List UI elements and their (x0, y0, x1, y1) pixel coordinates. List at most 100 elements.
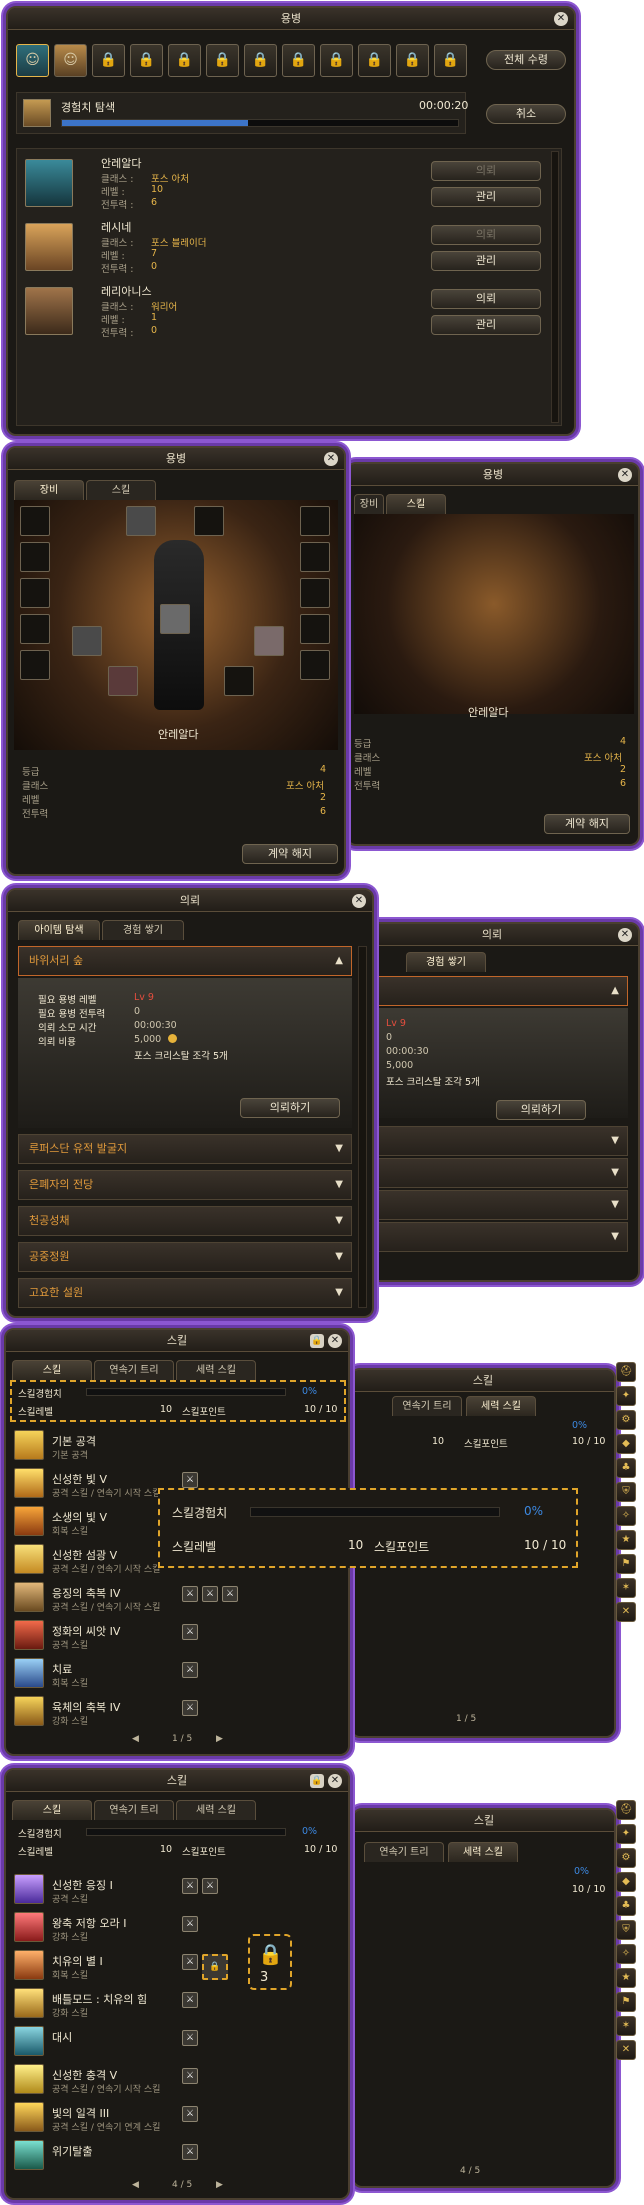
skill-modifier-icon[interactable]: ⚔ (182, 1878, 198, 1894)
lock-icon[interactable]: 🔒 (310, 1334, 324, 1348)
manage-button[interactable]: 관리 (431, 315, 541, 335)
tab-faction-skill[interactable]: 세력 스킬 (176, 1800, 256, 1820)
skill-modifier-icon[interactable]: ⚔ (182, 1472, 198, 1488)
close-icon[interactable]: ✕ (328, 1774, 342, 1788)
manage-button[interactable]: 관리 (431, 251, 541, 271)
lock-icon[interactable]: 🔒 (244, 44, 277, 77)
request-button[interactable]: 의뢰하기 (240, 1098, 340, 1118)
region-item[interactable]: ▼ (348, 1222, 628, 1252)
tab-faction-skill[interactable]: 세력 스킬 (176, 1360, 256, 1380)
star-icon[interactable]: ★ (616, 1968, 636, 1988)
tab-faction-skill[interactable]: 세력 스킬 (448, 1842, 518, 1862)
list-item[interactable]: 위기탈출 (14, 2140, 344, 2176)
tab-faction-skill[interactable]: 세력 스킬 (466, 1396, 536, 1416)
close-icon[interactable]: ✕ (324, 452, 338, 466)
receive-all-button[interactable]: 전체 수령 (486, 50, 566, 70)
helmet-icon[interactable]: ⛑ (616, 1362, 636, 1382)
equipment-slot[interactable] (300, 650, 330, 680)
tab-skill[interactable]: 스킬 (12, 1360, 92, 1380)
skill-modifier-icon[interactable]: ⚔ (182, 1954, 198, 1970)
region-item[interactable]: ▼ (348, 1158, 628, 1188)
equipment-slot[interactable] (108, 666, 138, 696)
cancel-button[interactable]: 취소 (486, 104, 566, 124)
region-item[interactable]: ▼ (348, 1126, 628, 1156)
equipment-slot[interactable] (20, 506, 50, 536)
skill-modifier-icon[interactable]: ⚔ (182, 2068, 198, 2084)
equipment-slot[interactable] (72, 626, 102, 656)
equipment-slot[interactable] (20, 650, 50, 680)
lock-icon[interactable]: 🔒 (282, 44, 315, 77)
tab-equipment[interactable]: 장비 (354, 494, 384, 514)
skill-modifier-icon[interactable]: ⚔ (182, 1624, 198, 1640)
helmet-icon[interactable]: ⛑ (616, 1800, 636, 1820)
list-item[interactable]: 치유의 별 I 회복 스킬 (14, 1950, 344, 1986)
mercenary-slot-2[interactable]: ☺ (54, 44, 87, 77)
tab-skill[interactable]: 스킬 (86, 480, 156, 500)
skill-modifier-icon[interactable]: ⚔ (222, 1586, 238, 1602)
spark-icon[interactable]: ✶ (616, 2016, 636, 2036)
skill-modifier-icon[interactable]: ⚔ (202, 1878, 218, 1894)
list-item[interactable]: 기본 공격 기본 공격 (14, 1430, 344, 1466)
tab-equipment[interactable]: 장비 (14, 480, 84, 500)
next-page-arrow[interactable]: ▶ (216, 2180, 223, 2190)
tab-exp[interactable]: 경험 쌓기 (406, 952, 486, 972)
diamond-icon[interactable]: ◆ (616, 1434, 636, 1454)
list-item[interactable]: 치료 회복 스킬 (14, 1658, 344, 1694)
prev-page-arrow[interactable]: ◀ (132, 2180, 139, 2190)
equipment-slot[interactable] (160, 604, 190, 634)
skill-modifier-icon[interactable]: ⚔ (182, 1586, 198, 1602)
equipment-slot[interactable] (20, 542, 50, 572)
tab-combo-tree[interactable]: 연속기 트리 (94, 1360, 174, 1380)
region-item[interactable]: ▼ (348, 1190, 628, 1220)
close-icon[interactable]: ✕ (352, 894, 366, 908)
lock-icon[interactable]: 🔒 (396, 44, 429, 77)
crest-icon[interactable]: ✦ (616, 1824, 636, 1844)
lock-icon[interactable]: 🔒 (168, 44, 201, 77)
skill-modifier-icon[interactable]: ⚔ (182, 1992, 198, 2008)
crossed-swords-icon[interactable]: ✕ (616, 1602, 636, 1622)
lock-icon[interactable]: 🔒 (320, 44, 353, 77)
equipment-slot[interactable] (20, 578, 50, 608)
region-open[interactable]: 바위서리 숲 ▲ (18, 946, 352, 976)
close-icon[interactable]: ✕ (618, 468, 632, 482)
list-item[interactable]: 배틀모드 : 치유의 힘 강화 스킬 (14, 1988, 344, 2024)
lock-icon[interactable]: 🔒 (92, 44, 125, 77)
list-item[interactable]: 레리아니스 클래스 : 워리어 레벨 : 1 전투력 : 0 의뢰 관리 (21, 281, 541, 343)
equipment-slot[interactable] (300, 542, 330, 572)
manage-button[interactable]: 관리 (431, 187, 541, 207)
lock-icon[interactable]: 🔒 (434, 44, 467, 77)
skill-modifier-icon[interactable]: ⚔ (202, 1586, 218, 1602)
region-item[interactable]: 공중정원 ▼ (18, 1242, 352, 1272)
equipment-slot[interactable] (300, 614, 330, 644)
spark-icon[interactable]: ✶ (616, 1578, 636, 1598)
bell-icon[interactable]: ♣ (616, 1896, 636, 1916)
request-button[interactable]: 의뢰하기 (496, 1100, 586, 1120)
prev-page-arrow[interactable]: ◀ (132, 1734, 139, 1744)
lock-icon[interactable]: 🔒 (206, 44, 239, 77)
list-item[interactable]: 빛의 일격 III 공격 스킬 / 연속기 연계 스킬 (14, 2102, 344, 2138)
skill-modifier-icon[interactable]: ⚔ (182, 2030, 198, 2046)
close-icon[interactable]: ✕ (618, 928, 632, 942)
list-item[interactable]: 레시네 클래스 : 포스 블레이더 레벨 : 7 전투력 : 0 의뢰 관리 (21, 217, 541, 279)
skill-modifier-icon[interactable]: ⚔ (182, 1916, 198, 1932)
shield-icon[interactable]: ⛨ (616, 1482, 636, 1502)
star-icon[interactable]: ★ (616, 1530, 636, 1550)
scrollbar[interactable] (551, 151, 559, 423)
bell-icon[interactable]: ♣ (616, 1458, 636, 1478)
list-item[interactable]: 신성한 충격 V 공격 스킬 / 연속기 시작 스킬 (14, 2064, 344, 2100)
close-icon[interactable]: ✕ (554, 12, 568, 26)
equipment-slot[interactable] (300, 506, 330, 536)
equipment-slot[interactable] (20, 614, 50, 644)
lock-icon[interactable]: 🔒 (130, 44, 163, 77)
tab-skill[interactable]: 스킬 (12, 1800, 92, 1820)
list-item[interactable]: 왕축 저항 오라 I 강화 스킬 (14, 1912, 344, 1948)
gear-icon[interactable]: ⚙ (616, 1410, 636, 1430)
list-item[interactable]: 신성한 응징 I 공격 스킬 (14, 1874, 344, 1910)
skill-modifier-icon[interactable]: ⚔ (182, 1662, 198, 1678)
wing-icon[interactable]: ✧ (616, 1506, 636, 1526)
list-item[interactable]: 대시 (14, 2026, 344, 2062)
commission-button[interactable]: 의뢰 (431, 225, 541, 245)
release-contract-button[interactable]: 계약 해지 (242, 844, 338, 864)
release-contract-button[interactable]: 계약 해지 (544, 814, 630, 834)
diamond-icon[interactable]: ◆ (616, 1872, 636, 1892)
